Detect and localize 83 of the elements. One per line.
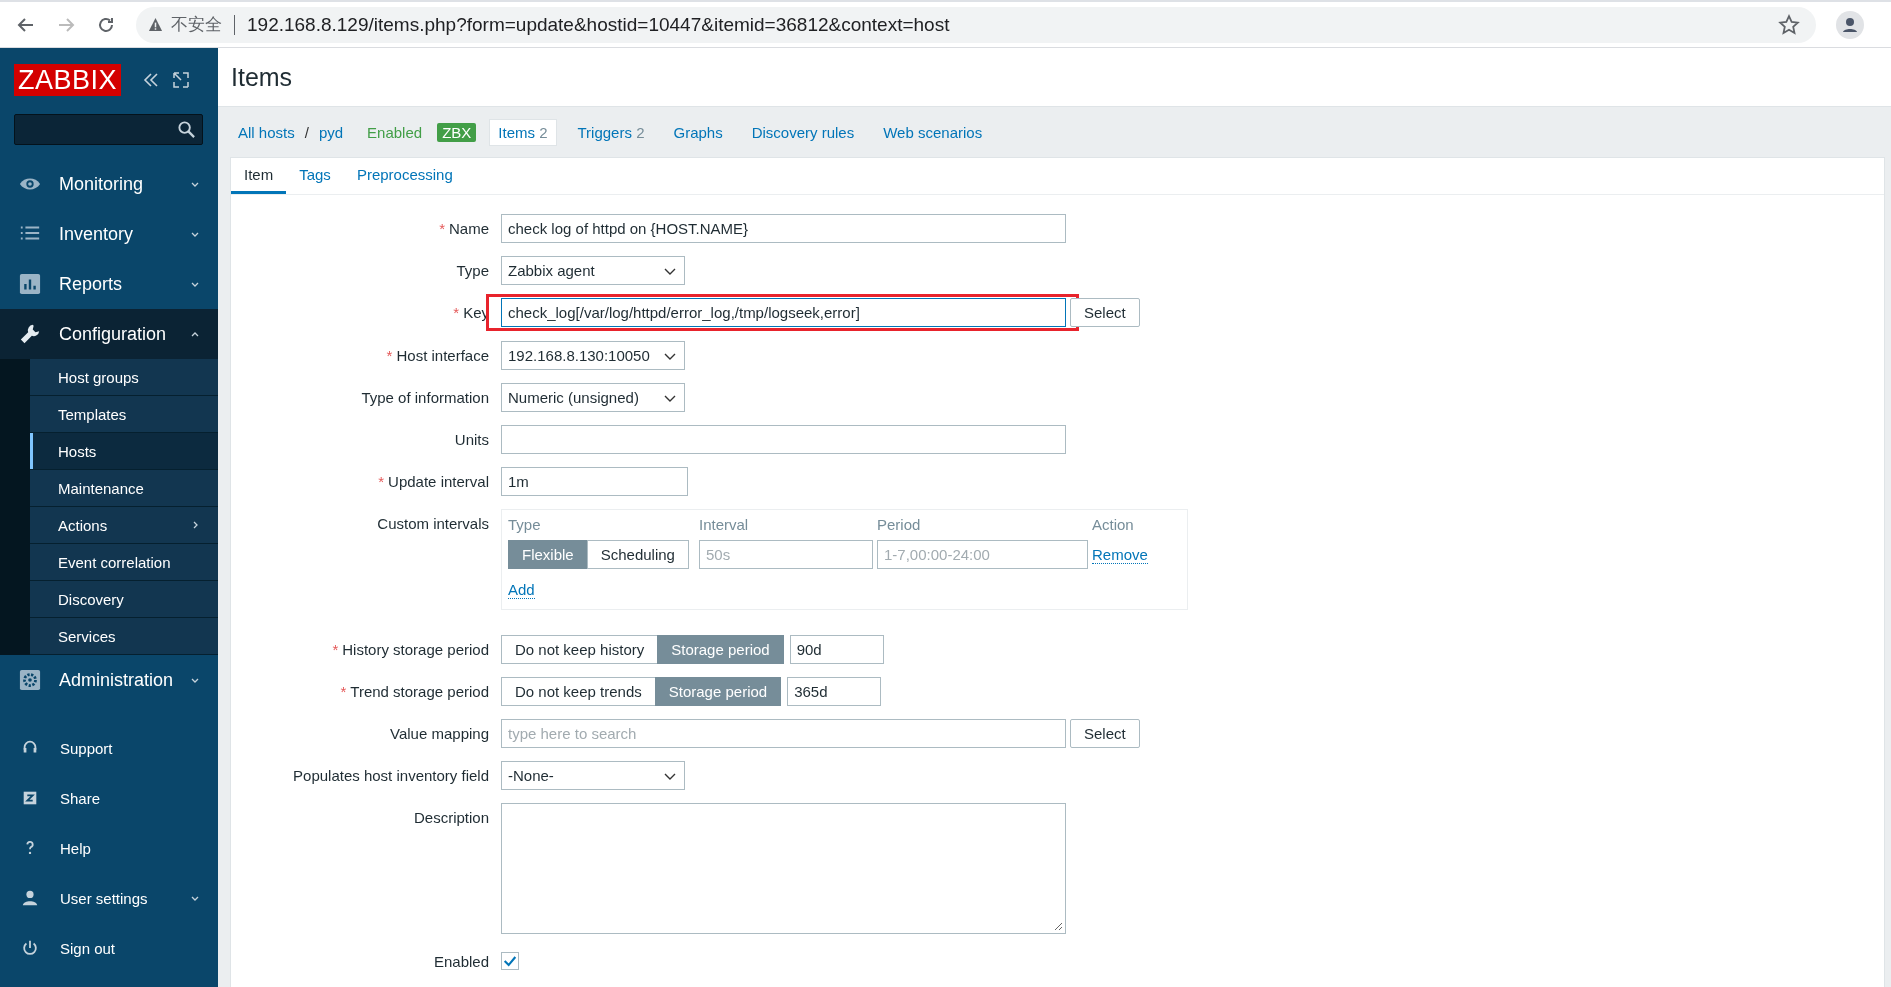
dropdown[interactable]: 192.168.8.130:10050 [501, 341, 685, 370]
resize-grip-icon[interactable] [1053, 921, 1063, 931]
submenu-item[interactable]: Services [30, 618, 218, 655]
warning-icon [148, 17, 163, 32]
page-title: Items [218, 48, 1891, 107]
menu-item[interactable]: User settings [0, 873, 218, 923]
text-field[interactable]: 90d [789, 635, 884, 664]
field-label: Populates host inventory field [293, 766, 489, 786]
field-label: Custom intervals [377, 514, 489, 534]
submenu-item[interactable]: Host groups [30, 359, 218, 396]
menu-item[interactable]: Help [0, 823, 218, 873]
field-label: Value mapping [390, 724, 489, 744]
search-field[interactable] [14, 114, 203, 145]
user-icon [21, 889, 39, 907]
menu-item[interactable]: Sign out [0, 923, 218, 973]
checkbox[interactable] [501, 952, 519, 970]
submenu-item[interactable]: Discovery [30, 581, 218, 618]
storage-toggle[interactable]: Do not keep history [501, 635, 659, 664]
submenu-item[interactable]: Event correlation [30, 544, 218, 581]
remove-link[interactable]: Remove [1092, 545, 1148, 564]
security-label: 不安全 [171, 14, 222, 36]
profile-icon[interactable] [1836, 10, 1864, 39]
logo: ZABBIX [14, 63, 122, 96]
column-header: Action [1092, 516, 1135, 533]
share-icon [21, 789, 39, 807]
column-header: Type [508, 516, 542, 533]
mode-toggle[interactable]: Scheduling [586, 540, 689, 569]
menu-item[interactable]: Configuration [0, 309, 218, 359]
breadcrumb-link[interactable]: pyd [318, 123, 344, 141]
text-field[interactable]: 1m [501, 467, 688, 496]
field-label: Enabled [433, 952, 489, 972]
storage-toggle[interactable]: Do not keep trends [501, 677, 656, 706]
agent-badge: ZBX [437, 122, 477, 142]
address-bar[interactable]: 不安全 192.168.8.129/items.php?form=update&hostid=10447&itemid=36812&context=host [136, 6, 1816, 43]
text-field[interactable]: 365d [787, 677, 882, 706]
kiosk-icon[interactable] [171, 69, 192, 90]
description-field[interactable] [501, 803, 1066, 934]
menu-item[interactable]: Share [0, 773, 218, 823]
submenu-item[interactable]: Actions [30, 507, 218, 544]
field-label: * Update interval [378, 472, 489, 492]
menu-item[interactable]: Support [0, 723, 218, 773]
column-header: Period [877, 516, 922, 533]
form-tab[interactable]: Preprocessing [343, 158, 466, 194]
host-tab[interactable]: Discovery rules [743, 119, 863, 145]
select-button[interactable]: Select [1070, 719, 1140, 748]
field-label: Type of information [361, 388, 489, 408]
text-field[interactable] [501, 425, 1066, 454]
select-button[interactable]: Select [1070, 298, 1140, 327]
host-tab[interactable]: Graphs [665, 119, 731, 145]
bar-chart-icon [17, 273, 43, 295]
field-label: * Name [439, 219, 489, 239]
url-text: 192.168.8.129/items.php?form=update&hostid=10447&itemid=36812&context=host [247, 13, 951, 36]
star-icon[interactable] [1778, 13, 1800, 36]
gear-icon [17, 669, 43, 691]
field-label: * Host interface [386, 346, 489, 366]
dropdown[interactable]: Zabbix agent [501, 256, 685, 285]
host-tab[interactable]: Web scenarios [875, 119, 991, 145]
field-label: Description [413, 808, 489, 828]
dropdown[interactable]: Numeric (unsigned) [501, 383, 685, 412]
field-label: Units [454, 430, 489, 450]
column-header: Interval [699, 516, 750, 533]
field-label: Type [456, 261, 489, 281]
dropdown[interactable]: -None- [501, 761, 685, 790]
host-tab[interactable]: Triggers 2 [569, 119, 653, 145]
field-label: * Trend storage period [340, 682, 489, 702]
menu-item[interactable]: Inventory [0, 209, 218, 259]
breadcrumb-link[interactable]: All hosts [238, 123, 295, 141]
submenu-item[interactable]: Maintenance [30, 470, 218, 507]
key-field[interactable]: check_log[/var/log/httpd/error_log,/tmp/logseek,error] [501, 298, 1066, 327]
menu-item[interactable]: Monitoring [0, 159, 218, 209]
menu-item[interactable]: Administration [0, 655, 218, 705]
power-icon [21, 939, 39, 957]
form-tab[interactable]: Item [231, 158, 287, 194]
menu-item[interactable]: Reports [0, 259, 218, 309]
search-icon[interactable] [177, 120, 196, 139]
breadcrumb-separator: / [304, 123, 309, 141]
text-field[interactable]: check log of httpd on {HOST.NAME} [501, 214, 1066, 243]
host-tab[interactable]: Items 2 [489, 118, 557, 146]
submenu-item[interactable]: Templates [30, 396, 218, 433]
submenu-item[interactable]: Hosts [30, 433, 218, 470]
field-label: * History storage period [332, 640, 489, 660]
form-tab[interactable]: Tags [286, 158, 344, 194]
add-link[interactable]: Add [508, 581, 535, 599]
